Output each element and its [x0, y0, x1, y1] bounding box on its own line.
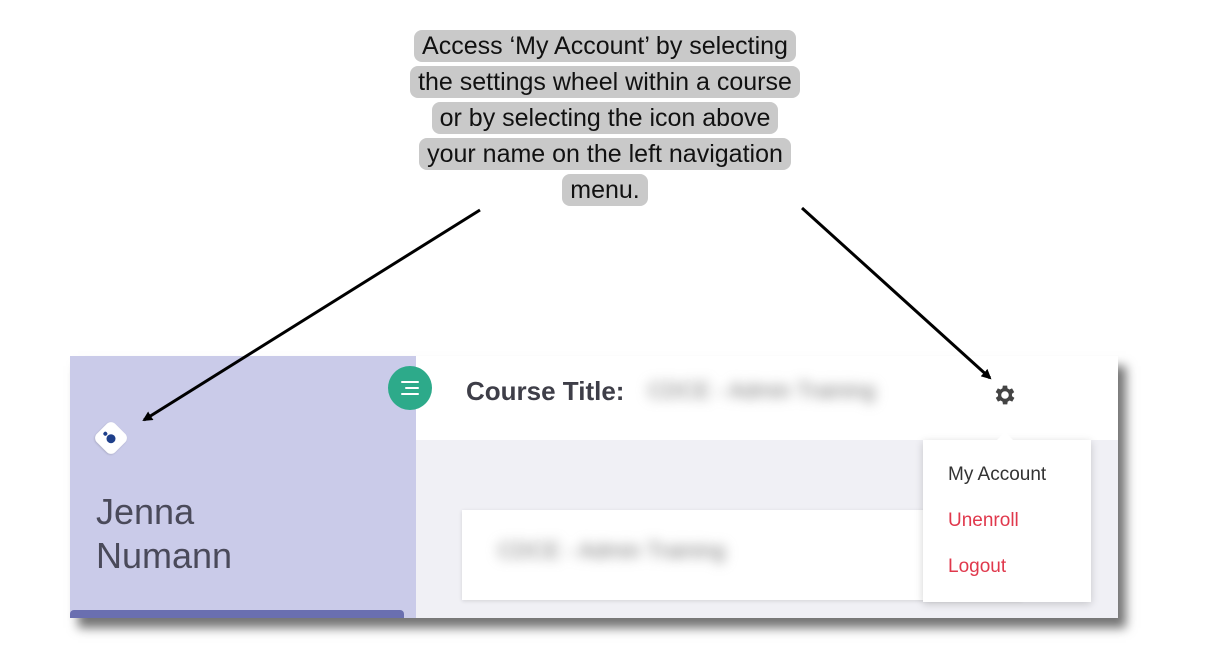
annotation-arrows [142, 206, 992, 422]
arrow-to-gear [800, 206, 992, 380]
arrow-to-avatar [142, 208, 481, 422]
